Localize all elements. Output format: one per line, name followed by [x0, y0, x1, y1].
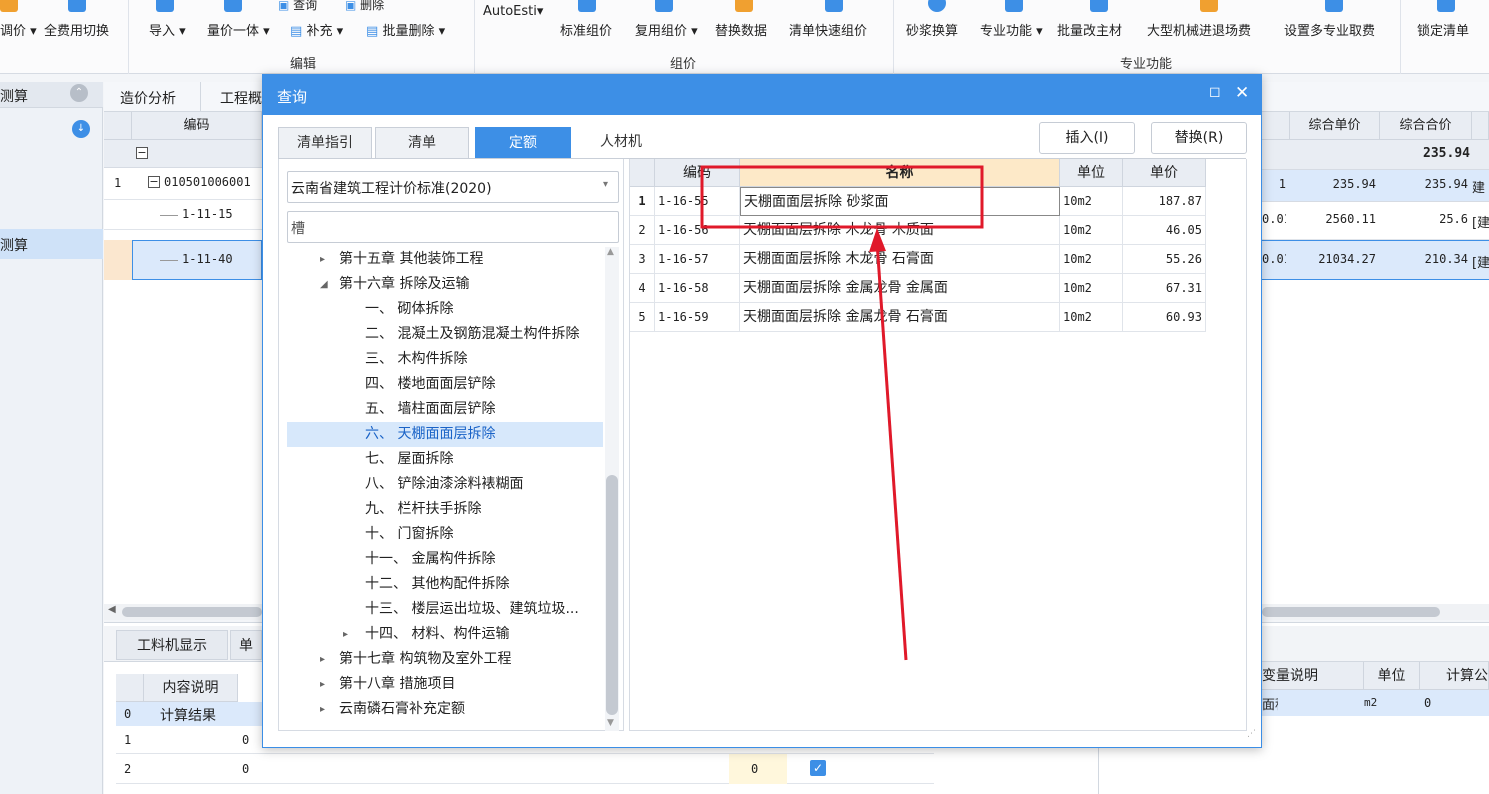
annotation-overlay: [700, 165, 984, 661]
annotation-arrow-line: [875, 241, 908, 661]
annotation-arrowhead: [869, 228, 886, 252]
highlight-box: [700, 165, 984, 229]
